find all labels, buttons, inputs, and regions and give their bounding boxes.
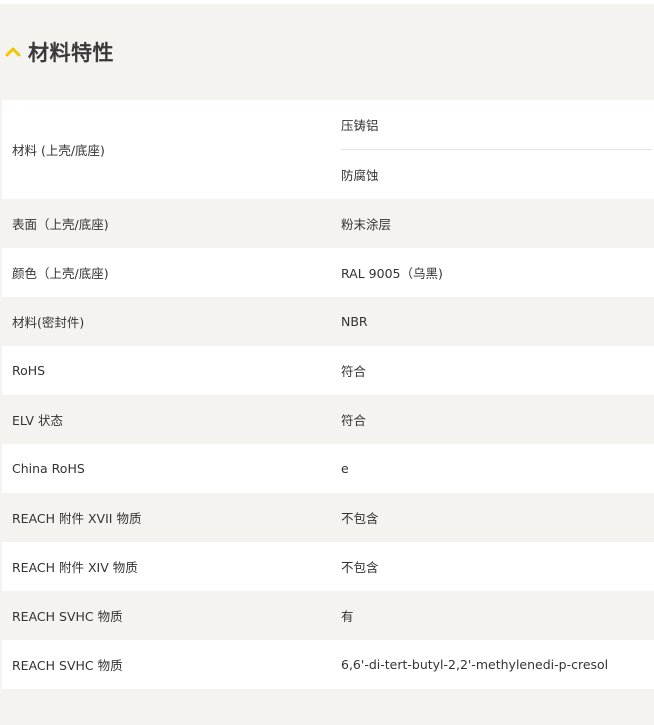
table-row: REACH SVHC 物质 有 bbox=[2, 591, 654, 640]
table-row: 颜色（上壳/底座) RAL 9005（乌黑) bbox=[2, 248, 654, 297]
property-value: 压铸铝 bbox=[341, 100, 652, 150]
property-value: e bbox=[341, 461, 349, 476]
property-value-cell: 不包含 bbox=[330, 542, 654, 591]
property-name: REACH SVHC 物质 bbox=[12, 609, 123, 624]
table-row: ELV 状态 符合 bbox=[2, 395, 654, 444]
property-value-cell: 有 bbox=[330, 591, 654, 640]
property-value: 粉末涂层 bbox=[341, 217, 392, 232]
property-value: 6,6'-di-tert-butyl-2,2'-methylenedi-p-cr… bbox=[341, 657, 609, 672]
property-name: REACH 附件 XIV 物质 bbox=[12, 560, 138, 575]
property-value: NBR bbox=[341, 314, 368, 329]
section-title: 材料特性 bbox=[28, 41, 114, 65]
table-row: 材料 (上壳/底座) 压铸铝防腐蚀 bbox=[2, 100, 654, 199]
property-value: 不包含 bbox=[341, 511, 379, 526]
property-name: 材料(密封件) bbox=[12, 315, 85, 330]
table-row: REACH 附件 XIV 物质 不包含 bbox=[2, 542, 654, 591]
table-row: 材料(密封件) NBR bbox=[2, 297, 654, 346]
table-row: RoHS 符合 bbox=[2, 346, 654, 395]
property-name: China RoHS bbox=[12, 461, 85, 476]
section-header[interactable]: 材料特性 bbox=[0, 4, 654, 100]
chevron-up-icon[interactable] bbox=[4, 43, 22, 61]
property-value-cell: e bbox=[330, 444, 654, 493]
property-name: RoHS bbox=[12, 363, 46, 378]
property-value: 有 bbox=[341, 609, 354, 624]
property-value-cell: 粉末涂层 bbox=[330, 199, 654, 248]
property-name: 表面（上壳/底座) bbox=[12, 217, 109, 232]
property-value: RAL 9005（乌黑) bbox=[341, 266, 443, 281]
property-value-cell: 6,6'-di-tert-butyl-2,2'-methylenedi-p-cr… bbox=[330, 640, 654, 689]
property-name: REACH 附件 XVII 物质 bbox=[12, 511, 142, 526]
property-name: 颜色（上壳/底座) bbox=[12, 266, 109, 281]
property-name: 材料 (上壳/底座) bbox=[12, 143, 105, 158]
properties-table: 材料 (上壳/底座) 压铸铝防腐蚀表面（上壳/底座) 粉末涂层颜色（上壳/底座) RA… bbox=[2, 100, 654, 689]
table-row: China RoHS e bbox=[2, 444, 654, 493]
property-name: REACH SVHC 物质 bbox=[12, 658, 123, 673]
property-value: 符合 bbox=[341, 413, 367, 428]
property-value-cell: RAL 9005（乌黑) bbox=[330, 248, 654, 297]
property-value: 不包含 bbox=[341, 560, 379, 575]
property-value-cell: NBR bbox=[330, 297, 654, 346]
property-value-cell: 符合 bbox=[330, 346, 654, 395]
bottom-spacer bbox=[0, 689, 654, 719]
property-value-cell: 压铸铝 防腐蚀 bbox=[330, 100, 654, 199]
property-name: ELV 状态 bbox=[12, 413, 64, 428]
property-value-cell: 不包含 bbox=[330, 493, 654, 542]
property-value: 防腐蚀 bbox=[341, 168, 379, 183]
table-row: 表面（上壳/底座) 粉末涂层 bbox=[2, 199, 654, 248]
table-row: REACH SVHC 物质 6,6'-di-tert-butyl-2,2'-met… bbox=[2, 640, 654, 689]
table-row: REACH 附件 XVII 物质 不包含 bbox=[2, 493, 654, 542]
property-value-cell: 符合 bbox=[330, 395, 654, 444]
property-value: 符合 bbox=[341, 364, 367, 379]
